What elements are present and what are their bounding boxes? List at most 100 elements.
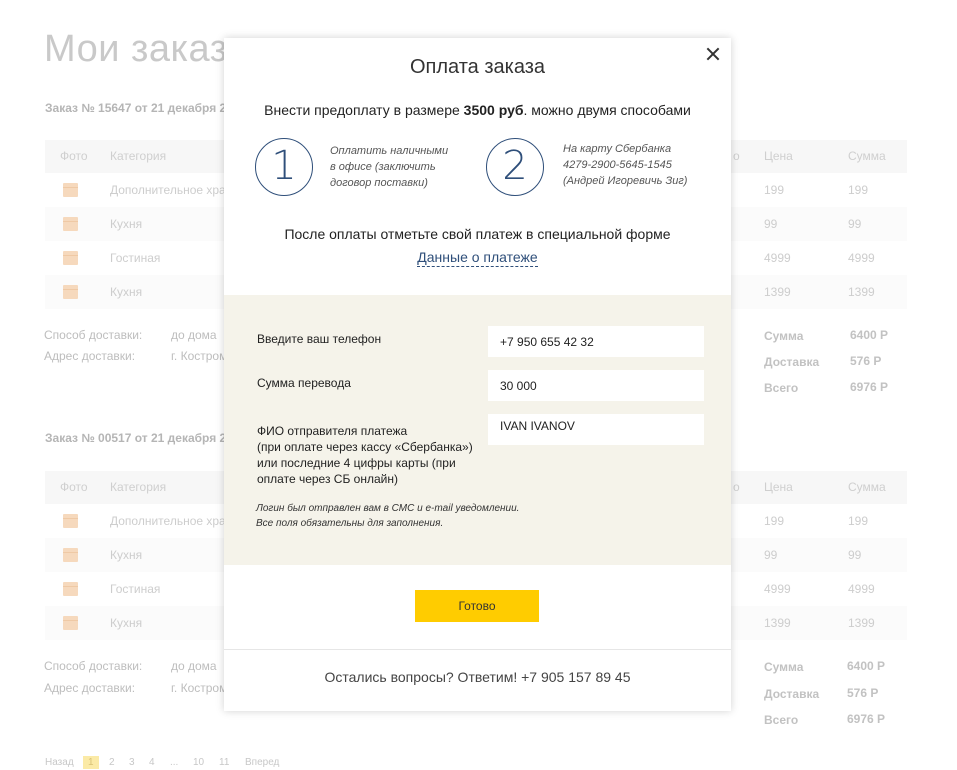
pagination-page[interactable]: 2 bbox=[109, 757, 115, 768]
delivery-address-value: г. Костром bbox=[171, 349, 228, 363]
column-fragment: о bbox=[733, 480, 740, 494]
column-price: Цена bbox=[764, 480, 793, 494]
delivery-method-value: до дома bbox=[171, 328, 217, 342]
way-line: (Андрей Игоревичь Зиг) bbox=[563, 175, 688, 187]
package-icon bbox=[63, 183, 78, 197]
row-price: 4999 bbox=[764, 251, 791, 265]
pagination-page-current[interactable]: 1 bbox=[83, 756, 99, 769]
way-line: 4279-2900-5645-1545 bbox=[563, 159, 672, 171]
column-price: Цена bbox=[764, 149, 793, 163]
grand-total-label: Всего bbox=[764, 713, 799, 727]
row-sum: 4999 bbox=[848, 582, 875, 596]
step-number-2: 2 bbox=[486, 138, 544, 196]
delivery-address-value: г. Костром bbox=[171, 681, 228, 695]
order-header: Заказ № 00517 от 21 декабря 2 bbox=[45, 431, 227, 445]
row-category: Кухня bbox=[110, 616, 143, 630]
form-note-line: Логин был отправлен вам в СМС и e-mail у… bbox=[256, 503, 520, 514]
sender-label-line: или последние 4 цифры карты (при bbox=[257, 456, 456, 470]
package-icon bbox=[63, 251, 78, 265]
way-line: Оплатить наличными bbox=[330, 145, 449, 157]
way-line: в офисе (заключить bbox=[330, 161, 436, 173]
sender-label: ФИО отправителя платежа (при оплате чере… bbox=[257, 423, 473, 487]
modal-title: Оплата заказа bbox=[409, 56, 546, 78]
delivery-cost-label: Доставка bbox=[764, 687, 820, 701]
row-category: Гостиная bbox=[110, 251, 161, 265]
pagination-prev[interactable]: Назад bbox=[45, 757, 74, 768]
row-category: Дополнительное хра bbox=[110, 514, 226, 528]
sender-label-line: ФИО отправителя платежа bbox=[257, 424, 408, 438]
column-photo: Фото bbox=[60, 149, 88, 163]
divider bbox=[224, 649, 731, 650]
payment-data-link[interactable]: Данные о платеже bbox=[417, 249, 538, 267]
contact-footer: Остались вопросы? Ответим! +7 905 157 89… bbox=[324, 669, 631, 685]
delivery-method-value: до дома bbox=[171, 659, 217, 673]
row-sum: 99 bbox=[848, 548, 862, 562]
total-label: Сумма bbox=[764, 660, 804, 674]
row-category: Кухня bbox=[110, 217, 143, 231]
row-price: 1399 bbox=[764, 285, 791, 299]
prepayment-text: Внести предоплату в размере 3500 руб. мо… bbox=[224, 102, 731, 118]
delivery-cost-value: 576 Р bbox=[850, 354, 882, 368]
payment-way-cash-text: Оплатить наличными в офисе (заключить до… bbox=[330, 143, 448, 191]
row-sum: 199 bbox=[848, 514, 869, 528]
package-icon bbox=[63, 514, 78, 528]
payment-modal: Оплата заказа Внести предоплату в размер… bbox=[224, 38, 731, 711]
payment-way-card-text: На карту Сбербанка 4279-2900-5645-1545 (… bbox=[563, 141, 687, 189]
grand-total-label: Всего bbox=[764, 381, 799, 395]
delivery-cost-value: 576 Р bbox=[847, 686, 879, 700]
delivery-address-label: Адрес доставки: bbox=[44, 349, 136, 363]
payment-data-link-wrap: Данные о платеже bbox=[224, 249, 731, 267]
row-category: Кухня bbox=[110, 548, 143, 562]
prepayment-text-post: . можно двумя способами bbox=[523, 102, 691, 118]
delivery-cost-label: Доставка bbox=[764, 355, 820, 369]
column-photo: Фото bbox=[60, 480, 88, 494]
pagination-ellipsis: ... bbox=[170, 757, 179, 768]
package-icon bbox=[63, 582, 78, 596]
row-category: Гостиная bbox=[110, 582, 161, 596]
amount-input[interactable] bbox=[488, 370, 704, 401]
row-category: Кухня bbox=[110, 285, 143, 299]
row-price: 199 bbox=[764, 183, 785, 197]
form-note-line: Все поля обязательны для заполнения. bbox=[256, 518, 444, 529]
amount-label: Сумма перевода bbox=[257, 376, 351, 390]
prepayment-text-pre: Внести предоплату в размере bbox=[264, 102, 464, 118]
column-category: Категория bbox=[110, 149, 167, 163]
row-category: Дополнительное хра bbox=[110, 183, 226, 197]
sender-label-line: (при оплате через кассу «Сбербанка») bbox=[257, 440, 473, 454]
phone-input[interactable] bbox=[488, 326, 704, 357]
row-sum: 199 bbox=[848, 183, 869, 197]
prepayment-amount: 3500 руб bbox=[463, 102, 524, 118]
submit-button[interactable]: Готово bbox=[415, 590, 539, 622]
row-sum: 4999 bbox=[848, 251, 875, 265]
pagination-page[interactable]: 3 bbox=[129, 757, 135, 768]
delivery-method-label: Способ доставки: bbox=[44, 328, 143, 342]
pagination-page[interactable]: 11 bbox=[219, 757, 229, 768]
row-price: 99 bbox=[764, 548, 778, 562]
delivery-method-label: Способ доставки: bbox=[44, 659, 143, 673]
row-sum: 99 bbox=[848, 217, 862, 231]
column-category: Категория bbox=[110, 480, 167, 494]
package-icon bbox=[63, 548, 78, 562]
sender-input[interactable] bbox=[488, 414, 704, 445]
sender-label-line: оплате через СБ онлайн) bbox=[257, 472, 398, 486]
row-price: 99 bbox=[764, 217, 778, 231]
row-price: 4999 bbox=[764, 582, 791, 596]
row-price: 199 bbox=[764, 514, 785, 528]
delivery-address-label: Адрес доставки: bbox=[44, 681, 136, 695]
pagination-page[interactable]: 4 bbox=[149, 757, 155, 768]
total-value: 6400 Р bbox=[850, 328, 889, 342]
total-label: Сумма bbox=[764, 329, 804, 343]
row-sum: 1399 bbox=[848, 616, 875, 630]
step-number-1: 1 bbox=[255, 138, 313, 196]
column-fragment: о bbox=[733, 149, 740, 163]
row-sum: 1399 bbox=[848, 285, 875, 299]
column-sum: Сумма bbox=[848, 480, 886, 494]
package-icon bbox=[63, 616, 78, 630]
grand-total-value: 6976 Р bbox=[847, 712, 886, 726]
pagination-next[interactable]: Вперед bbox=[245, 757, 279, 768]
package-icon bbox=[63, 217, 78, 231]
column-sum: Сумма bbox=[848, 149, 886, 163]
way-line: договор поставки) bbox=[330, 177, 428, 189]
grand-total-value: 6976 Р bbox=[850, 380, 889, 394]
pagination-page[interactable]: 10 bbox=[193, 757, 204, 768]
